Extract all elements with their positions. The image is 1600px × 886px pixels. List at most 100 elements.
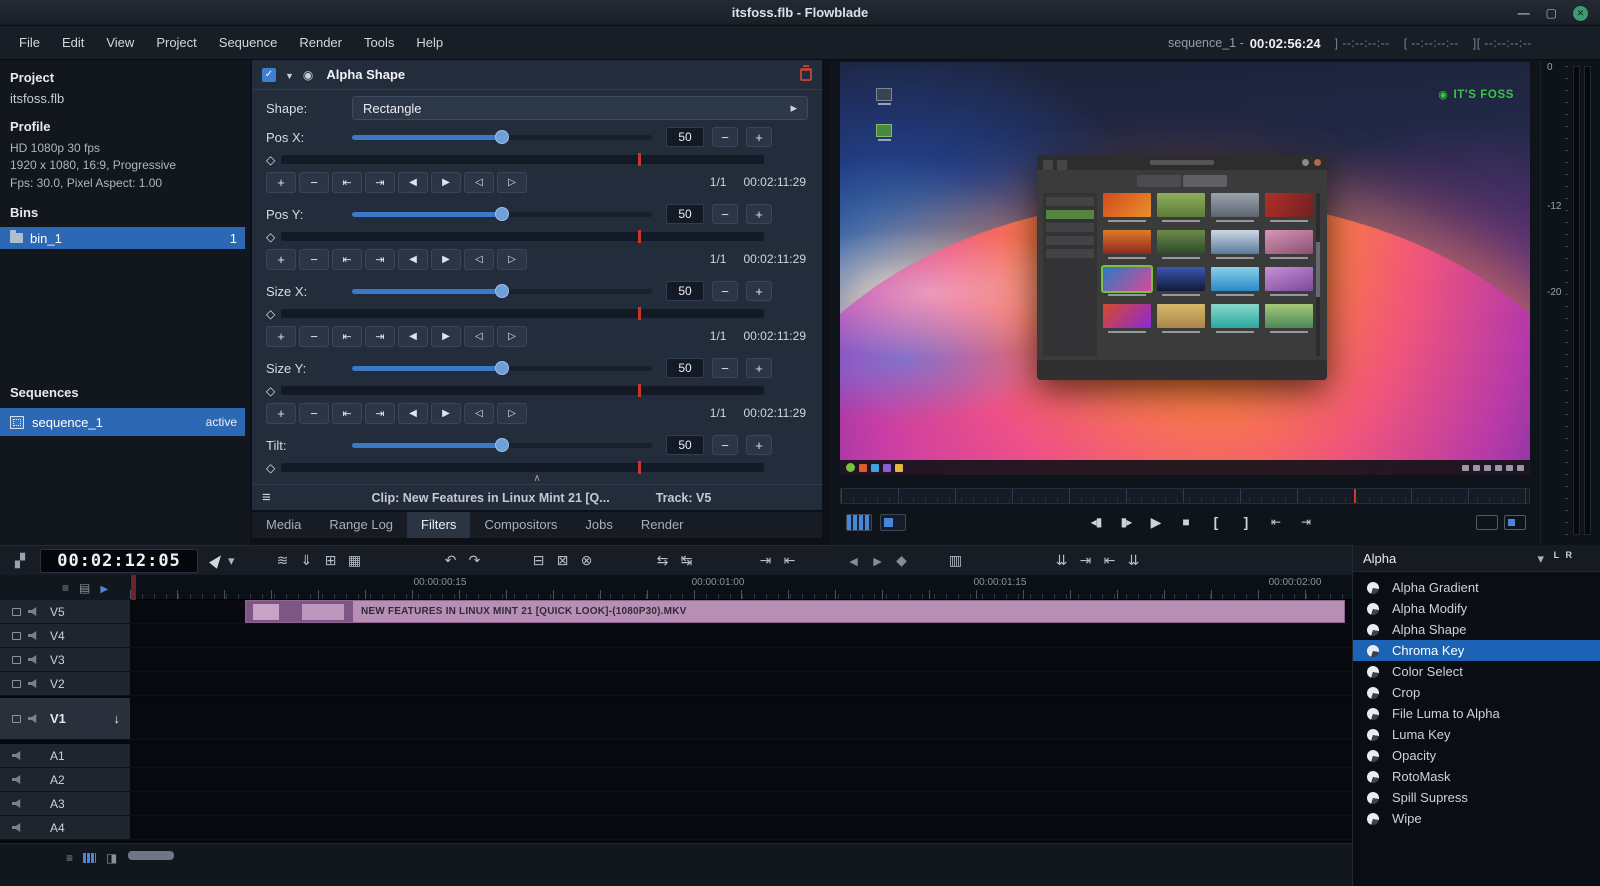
filter-item-alpha-modify[interactable]: Alpha Modify bbox=[1353, 598, 1600, 619]
marker-next-icon[interactable] bbox=[754, 550, 778, 572]
keyframe-diamond-icon[interactable] bbox=[266, 229, 275, 244]
prev-frame-button[interactable] bbox=[398, 402, 428, 424]
scroll-up-indicator-icon[interactable] bbox=[533, 473, 540, 484]
sync-icon[interactable] bbox=[1050, 550, 1074, 572]
track-audio-icon[interactable] bbox=[28, 679, 37, 688]
timeline-timecode-display[interactable]: 00:02:12:05 bbox=[40, 548, 198, 573]
track-monitor-icon[interactable] bbox=[12, 679, 21, 688]
filter-item-chroma-key[interactable]: Chroma Key bbox=[1353, 640, 1600, 661]
keyframe-timeline[interactable] bbox=[281, 307, 764, 320]
kf-slip-next-button[interactable] bbox=[497, 325, 527, 347]
menu-project[interactable]: Project bbox=[145, 26, 207, 59]
menu-help[interactable]: Help bbox=[405, 26, 454, 59]
menu-file[interactable]: File bbox=[8, 26, 51, 59]
track-head-a3[interactable]: A3 bbox=[0, 792, 130, 816]
bin-list-item[interactable]: bin_1 1 bbox=[0, 227, 245, 250]
slider-handle[interactable] bbox=[495, 284, 509, 298]
delete-filter-icon[interactable] bbox=[800, 65, 812, 81]
ruler-scale[interactable]: 00:00:00:15 00:00:01:00 00:00:01:15 00:0… bbox=[130, 575, 1352, 600]
mark-in-button[interactable] bbox=[1205, 511, 1227, 533]
timeline-clip[interactable]: NEW FEATURES IN LINUX MINT 21 [QUICK LOO… bbox=[245, 600, 1345, 623]
slider-handle[interactable] bbox=[495, 361, 509, 375]
prev-frame-button[interactable] bbox=[398, 171, 428, 193]
monitor-play-button[interactable] bbox=[1145, 511, 1167, 533]
track-audio-icon[interactable] bbox=[12, 799, 21, 808]
kf-next-button[interactable] bbox=[365, 325, 395, 347]
kf-slip-next-button[interactable] bbox=[497, 171, 527, 193]
pos-y-slider[interactable] bbox=[352, 201, 652, 227]
next-frame-button[interactable] bbox=[431, 402, 461, 424]
kf-next-button[interactable] bbox=[365, 171, 395, 193]
keyframe-diamond-icon[interactable] bbox=[266, 460, 275, 475]
kf-prev-button[interactable] bbox=[332, 171, 362, 193]
to-mark-in-button[interactable] bbox=[1265, 511, 1287, 533]
param-value[interactable]: 50 bbox=[666, 358, 704, 378]
decrement-button[interactable] bbox=[712, 281, 738, 301]
filter-enabled-checkbox[interactable] bbox=[262, 67, 276, 82]
menu-render[interactable]: Render bbox=[288, 26, 353, 59]
next-frame-button[interactable] bbox=[431, 171, 461, 193]
filter-group-dropdown[interactable]: Alpha L R bbox=[1353, 545, 1600, 572]
next-frame-button[interactable] bbox=[431, 325, 461, 347]
keyframe-timeline[interactable] bbox=[281, 384, 764, 397]
increment-button[interactable] bbox=[746, 204, 772, 224]
kf-slip-next-button[interactable] bbox=[497, 402, 527, 424]
insert-overwrite-icon[interactable] bbox=[295, 550, 319, 572]
keyframe-diamond-icon[interactable] bbox=[266, 383, 275, 398]
filter-item-crop[interactable]: Crop bbox=[1353, 682, 1600, 703]
track-head-a1[interactable]: A1 bbox=[0, 744, 130, 768]
filter-item-file-luma-to-alpha[interactable]: File Luma to Alpha bbox=[1353, 703, 1600, 724]
trim-left-icon[interactable] bbox=[842, 550, 866, 572]
kf-delete-button[interactable] bbox=[299, 325, 329, 347]
pos-x-slider[interactable] bbox=[352, 124, 652, 150]
tab-range-log[interactable]: Range Log bbox=[315, 512, 407, 538]
track-rows-icon[interactable] bbox=[79, 580, 90, 595]
keyframe-diamond-icon[interactable] bbox=[266, 152, 275, 167]
monitor-playhead[interactable] bbox=[1354, 489, 1357, 503]
tab-compositors[interactable]: Compositors bbox=[470, 512, 571, 538]
kf-delete-button[interactable] bbox=[299, 402, 329, 424]
track-menu-icon[interactable] bbox=[62, 580, 69, 595]
kf-prev-button[interactable] bbox=[332, 402, 362, 424]
increment-button[interactable] bbox=[746, 281, 772, 301]
decrement-button[interactable] bbox=[712, 127, 738, 147]
track-head-v1[interactable]: V1 bbox=[0, 698, 130, 740]
prev-frame-button[interactable] bbox=[398, 248, 428, 270]
kf-prev-button[interactable] bbox=[332, 325, 362, 347]
filter-item-wipe[interactable]: Wipe bbox=[1353, 808, 1600, 829]
range-overwrite-icon[interactable] bbox=[343, 550, 367, 572]
tilt-slider[interactable] bbox=[352, 432, 652, 458]
trim-right-icon[interactable] bbox=[866, 550, 890, 572]
track-audio-icon[interactable] bbox=[28, 607, 37, 616]
sync-icon[interactable] bbox=[1122, 550, 1146, 572]
to-mark-out-button[interactable] bbox=[1295, 511, 1317, 533]
filter-item-color-select[interactable]: Color Select bbox=[1353, 661, 1600, 682]
minimize-button[interactable] bbox=[1518, 7, 1530, 19]
filter-item-spill-supress[interactable]: Spill Supress bbox=[1353, 787, 1600, 808]
track-head-v2[interactable]: V2 bbox=[0, 672, 130, 696]
keyframe-timeline[interactable] bbox=[281, 461, 764, 474]
track-monitor-icon[interactable] bbox=[12, 631, 21, 640]
tab-media[interactable]: Media bbox=[252, 512, 315, 538]
roll-icon[interactable] bbox=[890, 550, 914, 572]
filter-item-alpha-gradient[interactable]: Alpha Gradient bbox=[1353, 577, 1600, 598]
kf-delete-button[interactable] bbox=[299, 171, 329, 193]
monitor-display-button[interactable] bbox=[1476, 515, 1498, 530]
zoom-half-icon[interactable] bbox=[106, 850, 117, 865]
multitrim-icon[interactable] bbox=[944, 550, 968, 572]
splice-out-icon[interactable] bbox=[527, 550, 551, 572]
param-value[interactable]: 50 bbox=[666, 281, 704, 301]
tab-render[interactable]: Render bbox=[627, 512, 698, 538]
mixer-icon[interactable] bbox=[66, 850, 73, 865]
menu-tools[interactable]: Tools bbox=[353, 26, 405, 59]
keyframe-timeline[interactable] bbox=[281, 153, 764, 166]
size-x-slider[interactable] bbox=[352, 278, 652, 304]
menu-edit[interactable]: Edit bbox=[51, 26, 95, 59]
decrement-button[interactable] bbox=[712, 204, 738, 224]
split-audio-icon[interactable] bbox=[675, 550, 699, 572]
kf-slip-prev-button[interactable] bbox=[464, 325, 494, 347]
resync-icon[interactable] bbox=[651, 550, 675, 572]
slider-handle[interactable] bbox=[495, 438, 509, 452]
append-icon[interactable] bbox=[319, 550, 343, 572]
size-y-slider[interactable] bbox=[352, 355, 652, 381]
